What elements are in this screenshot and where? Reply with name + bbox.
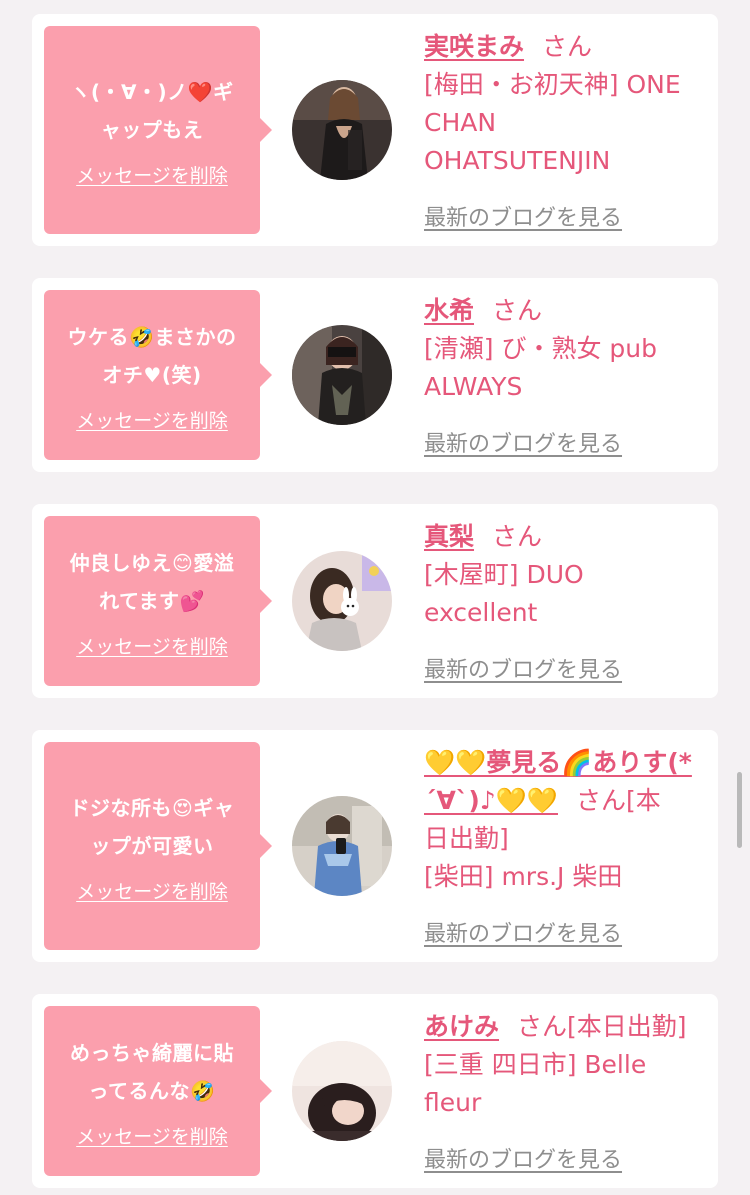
latest-blog-link[interactable]: 最新のブログを見る	[424, 1142, 622, 1174]
honorific: さん	[517, 1012, 568, 1041]
honorific: さん	[492, 296, 543, 325]
message-text: ヽ(・∀・)ノ❤️ギ ャップもえ	[62, 73, 241, 149]
cast-name-link[interactable]: 真梨	[424, 522, 474, 551]
message-bubble: ウケる🤣まさかの オチ♥(笑) メッセージを削除	[44, 290, 272, 460]
message-card: 仲良しゆえ😊愛溢 れてます💕 メッセージを削除 真梨 さん [木屋町] DUO …	[32, 504, 718, 698]
profile-info: 実咲まみ さん [梅田・お初天神] ONE CHAN OHATSUTENJIN	[424, 28, 714, 180]
favorite-message-list: ヽ(・∀・)ノ❤️ギ ャップもえ メッセージを削除 実咲まみ さん [梅田・お初天…	[0, 0, 750, 1195]
shop-info: [清瀬] び・熟女 pub ALWAYS	[424, 330, 714, 406]
name-line: 水希 さん	[424, 292, 714, 330]
avatar[interactable]	[292, 551, 392, 651]
name-line: 真梨 さん	[424, 518, 714, 556]
shop-line: [柴田] mrs.J 柴田	[424, 862, 623, 891]
message-text: ドジな所も😍ギャ ップが可愛い	[62, 789, 243, 865]
message-text: ウケる🤣まさかの オチ♥(笑)	[60, 318, 245, 394]
message-line: ャップもえ	[100, 117, 204, 142]
delete-message-link[interactable]: メッセージを削除	[76, 1122, 228, 1149]
name-line: 実咲まみ さん	[424, 28, 714, 66]
message-card: ヽ(・∀・)ノ❤️ギ ャップもえ メッセージを削除 実咲まみ さん [梅田・お初天…	[32, 14, 718, 246]
latest-blog-link[interactable]: 最新のブログを見る	[424, 200, 622, 232]
message-line: オチ♥(笑)	[102, 362, 202, 387]
avatar[interactable]	[292, 325, 392, 425]
shop-line: [木屋町] DUO	[424, 560, 584, 589]
shop-line: OHATSUTENJIN	[424, 146, 611, 175]
shop-line: fleur	[424, 1088, 482, 1117]
cast-name-link[interactable]: 💛💛夢見る🌈ありす(*	[424, 748, 692, 777]
avatar[interactable]	[292, 796, 392, 896]
shop-info: [三重 四日市] Belle fleur	[424, 1046, 714, 1122]
shop-line: ALWAYS	[424, 372, 523, 401]
shop-info: [梅田・お初天神] ONE CHAN OHATSUTENJIN	[424, 66, 714, 180]
scrollbar[interactable]	[737, 772, 742, 848]
profile-info: 真梨 さん [木屋町] DUO excellent	[424, 518, 714, 632]
message-line: ヽ(・∀・)ノ❤️ギ	[70, 79, 234, 104]
name-line: 💛💛夢見る🌈ありす(* ´∀`)♪💛💛 さん[本 日出勤]	[424, 744, 714, 858]
profile-info: 💛💛夢見る🌈ありす(* ´∀`)♪💛💛 さん[本 日出勤] [柴田] mrs.J …	[424, 744, 714, 896]
shop-line: CHAN	[424, 108, 497, 137]
profile-info: 水希 さん [清瀬] び・熟女 pub ALWAYS	[424, 292, 714, 406]
shop-info: [柴田] mrs.J 柴田	[424, 858, 714, 896]
message-line: めっちゃ綺麗に貼	[70, 1040, 234, 1065]
message-line: 仲良しゆえ😊愛溢	[69, 550, 235, 575]
message-line: ドジな所も😍ギャ	[69, 795, 235, 820]
message-line: れてます💕	[99, 588, 205, 613]
cast-name-link[interactable]: 実咲まみ	[424, 32, 524, 61]
message-card: ウケる🤣まさかの オチ♥(笑) メッセージを削除 水希 さん [清瀬] び・熟女…	[32, 278, 718, 472]
cast-name-link[interactable]: あけみ	[424, 1012, 499, 1041]
honorific: さん	[542, 32, 593, 61]
message-text: 仲良しゆえ😊愛溢 れてます💕	[62, 544, 243, 620]
honorific: さん	[575, 786, 626, 815]
delete-message-link[interactable]: メッセージを削除	[76, 161, 228, 188]
shop-line: [清瀬] び・熟女 pub	[424, 334, 657, 363]
status-label: [本	[626, 786, 661, 815]
avatar[interactable]	[292, 80, 392, 180]
message-bubble: ドジな所も😍ギャ ップが可愛い メッセージを削除	[44, 742, 272, 950]
cast-name-link[interactable]: ´∀`)♪💛💛	[424, 786, 558, 815]
delete-message-link[interactable]: メッセージを削除	[76, 406, 228, 433]
shop-line: [三重 四日市] Belle	[424, 1050, 647, 1079]
shop-info: [木屋町] DUO excellent	[424, 556, 714, 632]
latest-blog-link[interactable]: 最新のブログを見る	[424, 426, 622, 458]
honorific: さん	[492, 522, 543, 551]
message-line: ップが可愛い	[90, 833, 214, 858]
message-card: ドジな所も😍ギャ ップが可愛い メッセージを削除 💛💛夢見る🌈ありす(* ´∀`…	[32, 730, 718, 962]
cast-name-link[interactable]: 水希	[424, 296, 474, 325]
latest-blog-link[interactable]: 最新のブログを見る	[424, 652, 622, 684]
status-label: [本日出勤]	[567, 1012, 687, 1041]
avatar[interactable]	[292, 1041, 392, 1141]
message-card: めっちゃ綺麗に貼 ってるんな🤣 メッセージを削除 あけみ さん[本日出勤] [三重…	[32, 994, 718, 1188]
delete-message-link[interactable]: メッセージを削除	[76, 877, 228, 904]
latest-blog-link[interactable]: 最新のブログを見る	[424, 916, 622, 948]
message-line: ってるんな🤣	[88, 1078, 216, 1103]
message-text: めっちゃ綺麗に貼 ってるんな🤣	[62, 1034, 242, 1110]
message-bubble: 仲良しゆえ😊愛溢 れてます💕 メッセージを削除	[44, 516, 272, 686]
message-line: ウケる🤣まさかの	[67, 324, 237, 349]
message-bubble: ヽ(・∀・)ノ❤️ギ ャップもえ メッセージを削除	[44, 26, 272, 234]
delete-message-link[interactable]: メッセージを削除	[76, 632, 228, 659]
name-line: あけみ さん[本日出勤]	[424, 1008, 714, 1046]
shop-line: [梅田・お初天神] ONE	[424, 70, 681, 99]
status-label: 日出勤]	[424, 824, 509, 853]
message-bubble: めっちゃ綺麗に貼 ってるんな🤣 メッセージを削除	[44, 1006, 272, 1176]
shop-line: excellent	[424, 598, 538, 627]
profile-info: あけみ さん[本日出勤] [三重 四日市] Belle fleur	[424, 1008, 714, 1122]
